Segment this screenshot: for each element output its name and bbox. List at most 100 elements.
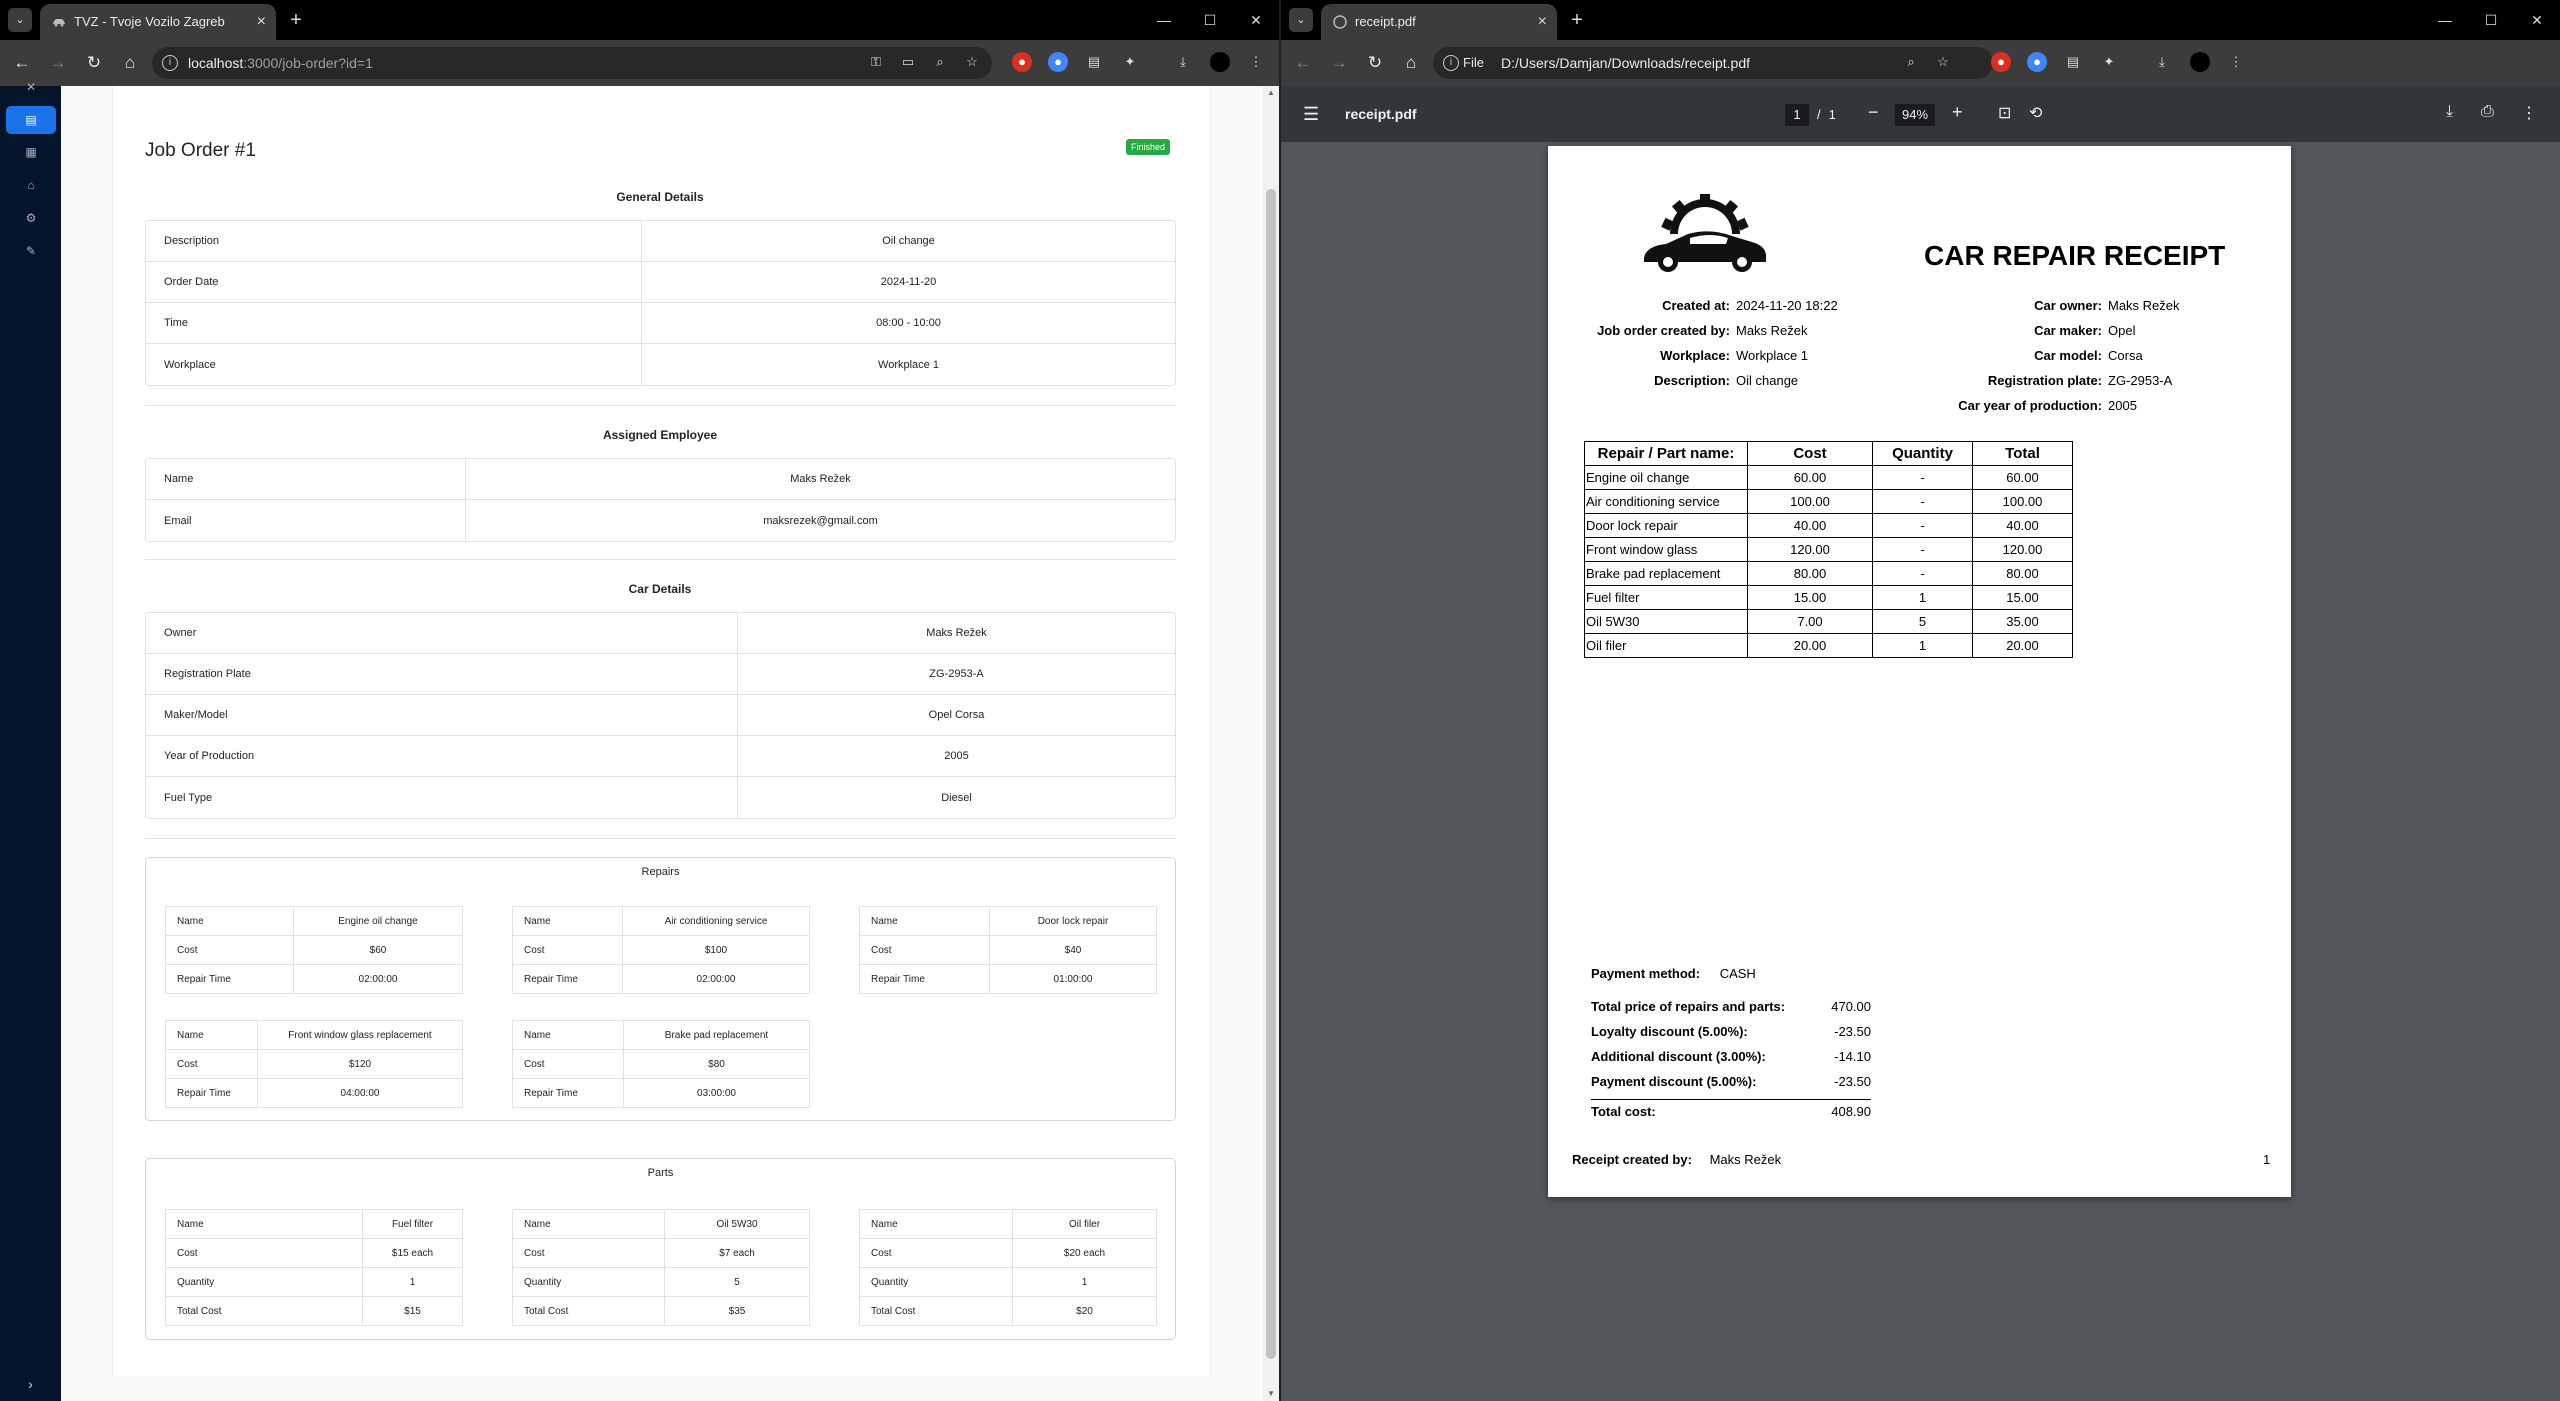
repair-time-label: Repair Time	[512, 1078, 624, 1108]
repair-time: 03:00:00	[623, 1078, 810, 1108]
reload-button[interactable]: ↻	[82, 51, 106, 75]
tab-tvz[interactable]: TVZ - Tvoje Vozilo Zagreb ×	[40, 4, 276, 40]
forward-button[interactable]: →	[1327, 51, 1351, 75]
close-window-button[interactable]: ✕	[2514, 0, 2560, 40]
repair-time: 04:00:00	[257, 1078, 463, 1108]
table-row: Name Maks Režek	[146, 459, 1175, 500]
repair-cost-label: Cost	[165, 935, 294, 965]
minimize-button[interactable]: —	[2422, 0, 2468, 40]
maximize-button[interactable]: ☐	[2468, 0, 2514, 40]
item-name: Engine oil change	[1584, 465, 1748, 490]
page-scrollbar[interactable]: ▲ ▼	[1263, 86, 1279, 1401]
reload-button[interactable]: ↻	[1363, 51, 1387, 75]
browser-menu-icon[interactable]: ⋮	[1246, 52, 1266, 72]
scrollbar-thumb[interactable]	[1266, 189, 1276, 1359]
extensions-puzzle-icon[interactable]: ✦	[2099, 52, 2119, 72]
pdf-menu-icon[interactable]: ☰	[1303, 104, 1319, 125]
tab-search-button[interactable]: ⌄	[8, 8, 32, 32]
scroll-up-icon[interactable]: ▲	[1263, 86, 1279, 100]
site-info-icon[interactable]: i	[1443, 55, 1459, 71]
zoom-icon[interactable]: ⌕	[930, 52, 950, 72]
part-total-label: Total Cost	[512, 1296, 665, 1326]
repair-time-label: Repair Time	[859, 964, 990, 994]
fit-page-icon[interactable]: ⊡	[1998, 103, 2011, 123]
cast-icon[interactable]: ▭	[898, 52, 918, 72]
pdf-page-number: 1	[2263, 1152, 2271, 1167]
receipt-summary: Total price of repairs and parts: 470.00 …	[1591, 999, 1871, 1124]
extension-tablet-icon[interactable]: ▤	[2063, 52, 2083, 72]
profile-avatar[interactable]	[2190, 52, 2210, 72]
car-label: Owner	[146, 613, 738, 654]
close-window-button[interactable]: ✕	[1233, 0, 1279, 40]
item-qty: -	[1872, 561, 1973, 586]
zoom-out-button[interactable]: −	[1868, 102, 1879, 123]
part-cost-label: Cost	[165, 1238, 363, 1268]
back-button[interactable]: ←	[10, 51, 34, 75]
rotate-icon[interactable]: ⟲	[2029, 103, 2042, 123]
pdf-more-icon[interactable]: ⋮	[2521, 103, 2537, 123]
tab-strip: ⌄ receipt.pdf × + — ☐ ✕	[1281, 0, 2560, 40]
part-qty-label: Quantity	[512, 1267, 665, 1297]
sidebar-calendar-icon[interactable]: ▦	[6, 138, 56, 166]
minimize-button[interactable]: —	[1141, 0, 1187, 40]
item-qty: 1	[1872, 633, 1973, 658]
car-value: ZG-2953-A	[738, 654, 1175, 695]
zoom-level-input[interactable]: 94%	[1895, 104, 1935, 126]
home-button[interactable]: ⌂	[1399, 51, 1423, 75]
maximize-button[interactable]: ☐	[1187, 0, 1233, 40]
extensions-puzzle-icon[interactable]: ✦	[1120, 52, 1140, 72]
tab-close-icon[interactable]: ×	[1538, 4, 1547, 40]
bookmark-star-icon[interactable]: ☆	[962, 52, 982, 72]
payment-method: Payment method: CASH	[1591, 966, 1756, 981]
tab-title: receipt.pdf	[1355, 14, 1416, 29]
pdf-print-icon[interactable]: ⎙	[2481, 103, 2494, 121]
extension-blue-icon[interactable]: ●	[1048, 52, 1068, 72]
tab-search-button[interactable]: ⌄	[1289, 8, 1313, 32]
downloads-icon[interactable]: ⤓	[1173, 52, 1193, 72]
column-header: Repair / Part name:	[1584, 441, 1748, 466]
new-tab-button[interactable]: +	[1564, 7, 1590, 33]
part-total-label: Total Cost	[859, 1296, 1013, 1326]
meta-value: Opel	[2108, 323, 2136, 338]
back-button[interactable]: ←	[1291, 51, 1315, 75]
site-info-icon[interactable]: i	[162, 55, 178, 71]
repair-card: Name Engine oil change Cost $60 Repair Tim…	[165, 906, 463, 994]
extension-blue-icon[interactable]: ●	[2027, 52, 2047, 72]
zoom-in-button[interactable]: +	[1952, 102, 1963, 123]
scroll-down-icon[interactable]: ▼	[1263, 1387, 1279, 1401]
general-value: 08:00 - 10:00	[642, 303, 1175, 344]
forward-button[interactable]: →	[46, 51, 70, 75]
pdf-download-icon[interactable]: ⤓	[2446, 103, 2453, 121]
meta-value: Oil change	[1736, 373, 1799, 388]
receipt-created-by: Receipt created by: Maks Režek	[1572, 1152, 1781, 1167]
tab-close-icon[interactable]: ×	[257, 4, 266, 40]
sidebar-wrench-icon[interactable]: ✎	[6, 237, 56, 265]
summary-label: Loyalty discount (5.00%):	[1591, 1024, 1748, 1039]
sidebar-tools-icon[interactable]: ✕	[6, 80, 56, 94]
assigned-employee-heading: Assigned Employee	[602, 428, 718, 442]
sidebar-job-orders-icon[interactable]: ▤	[6, 106, 56, 134]
general-value: Workplace 1	[878, 358, 939, 371]
profile-avatar[interactable]	[1210, 52, 1230, 72]
new-tab-button[interactable]: +	[283, 7, 309, 33]
extension-red-icon[interactable]: ●	[1012, 52, 1032, 72]
home-button[interactable]: ⌂	[118, 51, 142, 75]
table-row: Fuel filter 15.00 1 15.00	[1584, 585, 2073, 610]
sidebar-expand-icon[interactable]: ›	[0, 1367, 61, 1401]
sidebar-home-icon[interactable]: ⌂	[6, 171, 56, 199]
bookmark-star-icon[interactable]: ☆	[1933, 52, 1953, 72]
zoom-icon[interactable]: ⌕	[1901, 52, 1921, 72]
password-key-icon[interactable]: ⚿	[866, 52, 886, 72]
sidebar-settings-icon[interactable]: ⚙	[6, 204, 56, 232]
browser-menu-icon[interactable]: ⋮	[2226, 52, 2246, 72]
meta-value: ZG-2953-A	[2108, 373, 2173, 388]
extension-red-icon[interactable]: ●	[1991, 52, 2011, 72]
part-cost: $20 each	[1012, 1238, 1157, 1268]
extension-tablet-icon[interactable]: ▤	[1084, 52, 1104, 72]
tab-receipt-pdf[interactable]: receipt.pdf ×	[1321, 4, 1557, 40]
downloads-icon[interactable]: ⤓	[2152, 52, 2172, 72]
car-value: Diesel	[941, 791, 972, 804]
app-sidebar: ✕ ▤ ▦ ⌂ ⚙ ✎ ›	[0, 80, 61, 1401]
page-number-input[interactable]: 1	[1785, 104, 1809, 126]
general-label: Description	[146, 221, 642, 262]
